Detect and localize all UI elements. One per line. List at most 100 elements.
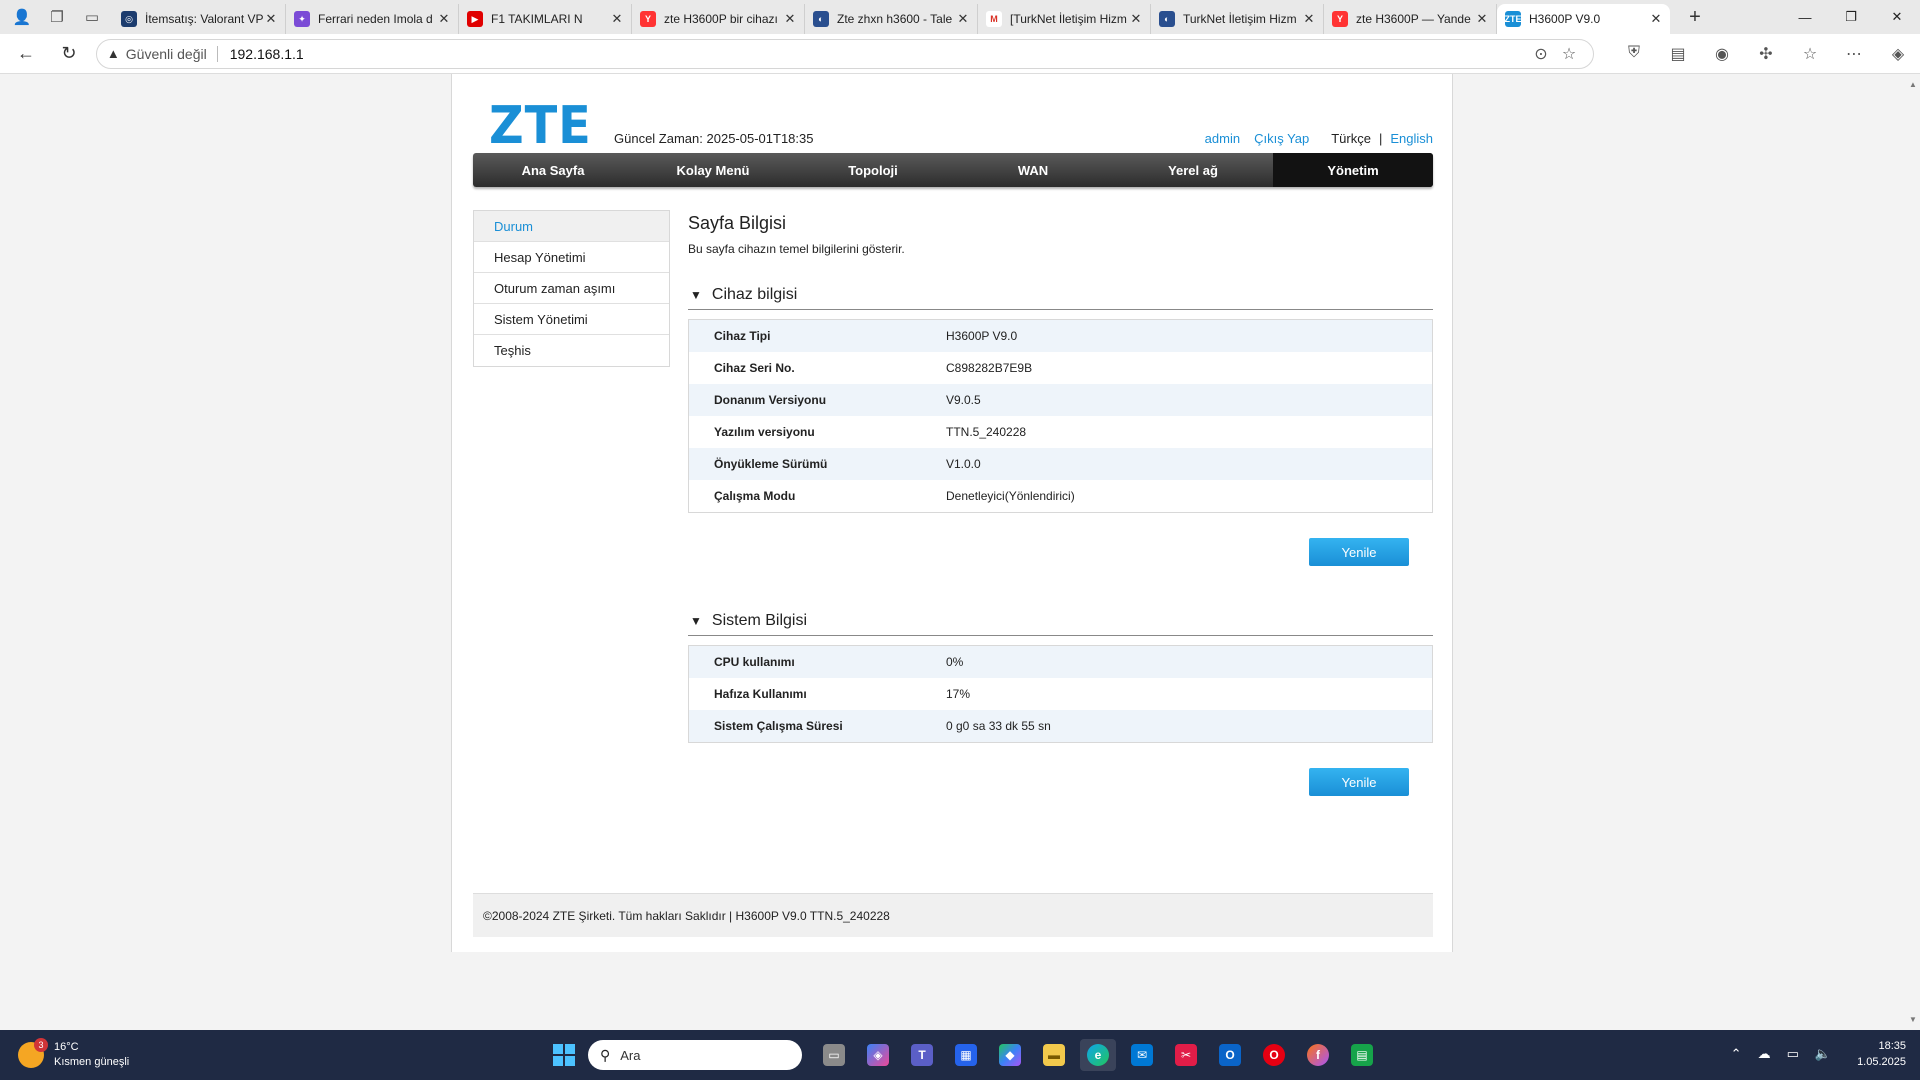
browser-tab[interactable]: ✦ Ferrari neden Imola d ✕: [286, 4, 459, 34]
copilot-icon[interactable]: ◈: [1876, 44, 1920, 64]
mail-icon[interactable]: ✉: [1124, 1039, 1160, 1071]
collapse-triangle-icon[interactable]: ▼: [690, 614, 702, 628]
tab-close-icon[interactable]: ✕: [436, 11, 452, 27]
browser-tab[interactable]: Yzte H3600P — Yande ✕: [1324, 4, 1497, 34]
row-value: TTN.5_240228: [946, 425, 1027, 439]
browser-tab[interactable]: ZTE H3600P V9.0 ✕: [1497, 4, 1670, 34]
profile-icon[interactable]: 👤: [9, 4, 35, 30]
tab-favicon-icon: Y: [640, 11, 656, 27]
system-refresh-button[interactable]: Yenile: [1309, 768, 1409, 796]
tab-close-icon[interactable]: ✕: [263, 11, 279, 27]
copilot-app-icon[interactable]: ◈: [860, 1039, 896, 1071]
weather-widget[interactable]: 3 16°C Kısmen güneşli: [18, 1038, 129, 1070]
table-row: Sistem Çalışma Süresi 0 g0 sa 33 dk 55 sn: [689, 710, 1432, 742]
tab-close-icon[interactable]: ✕: [1648, 11, 1664, 27]
outlook-icon[interactable]: O: [1212, 1039, 1248, 1071]
browser-tab[interactable]: ▶ F1 TAKIMLARI N ✕: [459, 4, 632, 34]
task-view-icon[interactable]: ▭: [816, 1039, 852, 1071]
nav-item[interactable]: Kolay Menü: [633, 153, 793, 187]
file-explorer-icon[interactable]: ▬: [1036, 1039, 1072, 1071]
close-window-icon[interactable]: ✕: [1874, 0, 1920, 34]
warning-icon[interactable]: ▲: [107, 46, 120, 61]
scroll-down-icon[interactable]: ▼: [1909, 1015, 1917, 1024]
sidebar-item[interactable]: Hesap Yönetimi: [474, 242, 669, 273]
reader-icon[interactable]: ⊙: [1527, 44, 1555, 64]
shield-icon[interactable]: ⛨: [1612, 44, 1656, 64]
sidebar-item[interactable]: Sistem Yönetimi: [474, 304, 669, 335]
opera-icon[interactable]: O: [1256, 1039, 1292, 1071]
extensions-icon[interactable]: ✣: [1744, 44, 1788, 64]
sidebar-item[interactable]: Oturum zaman aşımı: [474, 273, 669, 304]
browser-tab[interactable]: ◎ İtemsatış: Valorant VP ✕: [113, 4, 286, 34]
back-button[interactable]: ←: [9, 37, 43, 71]
tab-close-icon[interactable]: ✕: [609, 11, 625, 27]
sidebar-item[interactable]: Teşhis: [474, 335, 669, 366]
chevron-up-icon[interactable]: ⌃: [1731, 1046, 1742, 1062]
tab-close-icon[interactable]: ✕: [1301, 11, 1317, 27]
browser-tab[interactable]: ◐ Zte zhxn h3600 - Tale ✕: [805, 4, 978, 34]
nav-item[interactable]: WAN: [953, 153, 1113, 187]
teams-icon[interactable]: T: [904, 1039, 940, 1071]
collections-icon[interactable]: ▤: [1656, 44, 1700, 64]
store-icon[interactable]: ▦: [948, 1039, 984, 1071]
tab-close-icon[interactable]: ✕: [1474, 11, 1490, 27]
new-tab-button[interactable]: +: [1678, 2, 1712, 32]
collapse-triangle-icon[interactable]: ▼: [690, 288, 702, 302]
volume-icon[interactable]: 🔈: [1815, 1046, 1831, 1062]
current-time-value: 2025-05-01T18:35: [706, 131, 814, 146]
browser-tab[interactable]: Yzte H3600P bir cihazı ✕: [632, 4, 805, 34]
tab-close-icon[interactable]: ✕: [782, 11, 798, 27]
device-refresh-button[interactable]: Yenile: [1309, 538, 1409, 566]
security-status[interactable]: Güvenli değil: [126, 46, 207, 62]
vertical-tabs-icon[interactable]: ▭: [79, 4, 105, 30]
url-text[interactable]: 192.168.1.1: [230, 46, 1527, 62]
row-label: Sistem Çalışma Süresi: [714, 719, 843, 733]
network-icon[interactable]: ▭: [1787, 1046, 1799, 1062]
onedrive-icon[interactable]: ☁: [1758, 1046, 1771, 1062]
sidebar-item[interactable]: Durum: [474, 211, 669, 242]
nav-item[interactable]: Yönetim: [1273, 153, 1433, 187]
tab-close-icon[interactable]: ✕: [955, 11, 971, 27]
page-scrollbar[interactable]: ▲ ▼: [1906, 74, 1920, 1030]
device-info-title: Cihaz bilgisi: [711, 285, 798, 303]
logout-link[interactable]: Çıkış Yap: [1254, 131, 1309, 146]
workspaces-icon[interactable]: ❐: [44, 4, 70, 30]
row-label: Önyükleme Sürümü: [714, 457, 828, 471]
system-info-header[interactable]: ▼ Sistem Bilgisi: [688, 606, 1433, 636]
browser-tab[interactable]: ◐ TurkNet İletişim Hizm ✕: [1151, 4, 1324, 34]
clock-date: 1.05.2025: [1857, 1056, 1906, 1068]
lang-turkish[interactable]: Türkçe: [1331, 131, 1371, 146]
tab-close-icon[interactable]: ✕: [1128, 11, 1144, 27]
row-label: Çalışma Modu: [714, 489, 796, 503]
snipping-tool-icon[interactable]: ✂: [1168, 1039, 1204, 1071]
page-description: Bu sayfa cihazın temel bilgilerini göste…: [688, 242, 905, 256]
favorites-icon[interactable]: ☆: [1788, 44, 1832, 64]
minimize-icon[interactable]: —: [1782, 0, 1828, 34]
lang-english[interactable]: English: [1390, 131, 1433, 146]
taskbar-search[interactable]: ⚲ Ara: [588, 1040, 802, 1070]
nav-item[interactable]: Yerel ağ: [1113, 153, 1273, 187]
weather-sun-icon: 3: [18, 1038, 48, 1068]
nav-item[interactable]: Topoloji: [793, 153, 953, 187]
tab-title: zte H3600P — Yande: [1356, 12, 1471, 26]
m365-icon[interactable]: ◆: [992, 1039, 1028, 1071]
nav-item[interactable]: Ana Sayfa: [473, 153, 633, 187]
omnibox[interactable]: ▲ Güvenli değil 192.168.1.1 ⊙ ☆: [95, 38, 1594, 69]
edge-icon[interactable]: e: [1080, 1039, 1116, 1071]
refresh-button[interactable]: ↻: [52, 37, 86, 71]
more-menu-icon[interactable]: ⋯: [1832, 44, 1876, 64]
start-button[interactable]: [548, 1039, 580, 1071]
system-info-title: Sistem Bilgisi: [711, 611, 808, 629]
clock[interactable]: 18:35 1.05.2025: [1857, 1038, 1906, 1070]
extension-circle-icon[interactable]: ◉: [1700, 44, 1744, 64]
favorite-star-icon[interactable]: ☆: [1555, 44, 1583, 64]
system-info-table: CPU kullanımı 0% Hafıza Kullanımı 17% Sistem…: [688, 645, 1433, 743]
main-nav: Ana Sayfa Kolay Menü Topoloji WAN Yerel ağ Yö…: [473, 153, 1433, 187]
browser-tab[interactable]: M [TurkNet İletişim Hizm ✕: [978, 4, 1151, 34]
restore-icon[interactable]: ❐: [1828, 0, 1874, 34]
firefox-icon[interactable]: f: [1300, 1039, 1336, 1071]
scroll-up-icon[interactable]: ▲: [1909, 80, 1917, 89]
device-info-header[interactable]: ▼ Cihaz bilgisi: [688, 280, 1433, 310]
notepad-icon[interactable]: ▤: [1344, 1039, 1380, 1071]
user-link[interactable]: admin: [1205, 131, 1240, 146]
